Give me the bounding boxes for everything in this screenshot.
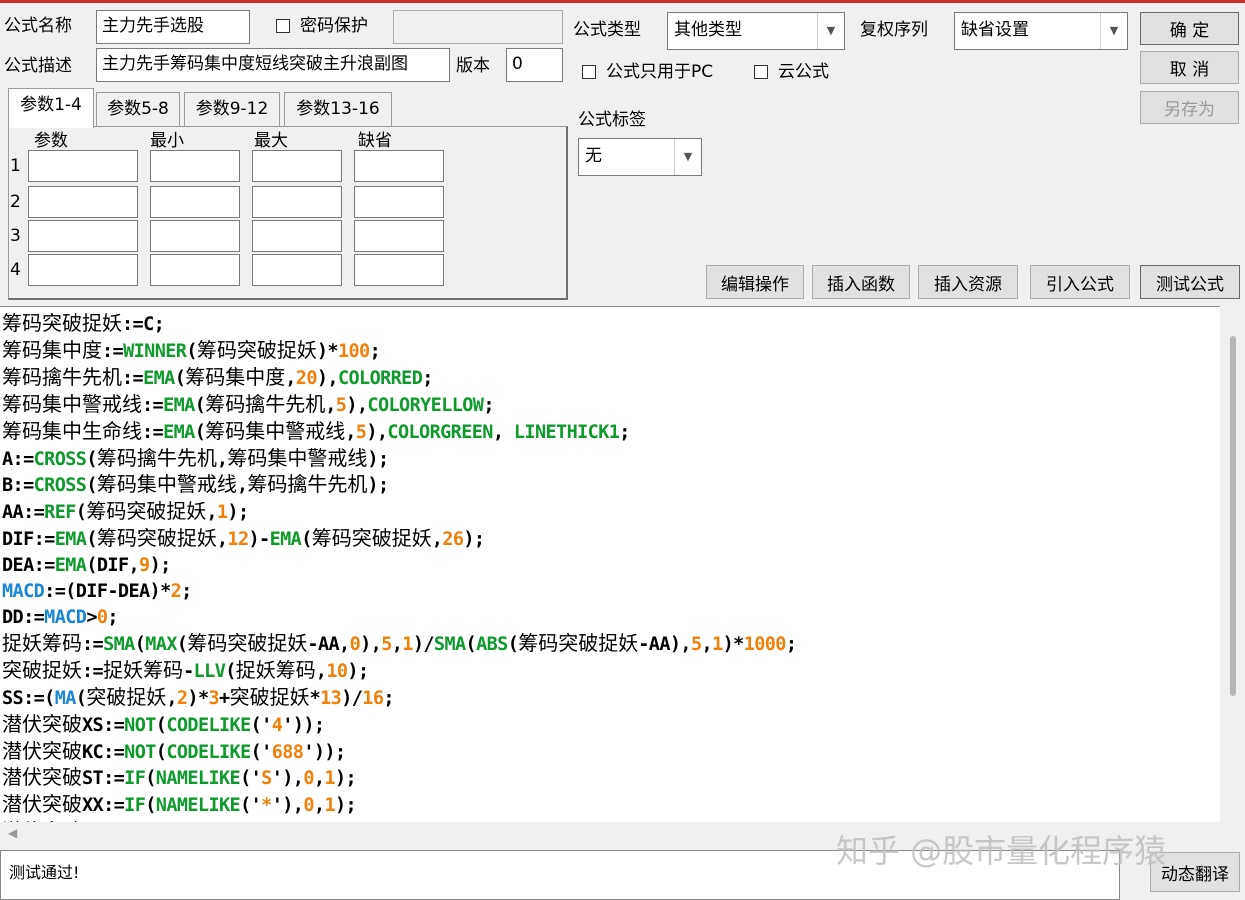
param-max-input[interactable] — [252, 150, 342, 182]
param-max-input[interactable] — [252, 220, 342, 252]
code-line[interactable]: SS:=(MA(突破捉妖,2)*3+突破捉妖*13)/16; — [2, 685, 796, 712]
tab-params-5-8[interactable]: 参数5-8 — [96, 92, 180, 126]
tab-params-13-16[interactable]: 参数13-16 — [284, 92, 392, 126]
code-line[interactable]: 筹码集中警戒线:=EMA(筹码擒牛先机,5),COLORYELLOW; — [2, 392, 796, 419]
param-col-header: 最小 — [150, 131, 184, 151]
formula-desc-label: 公式描述 — [4, 56, 72, 76]
formula-type-select[interactable]: 其他类型 ▼ — [667, 12, 845, 50]
param-name-input[interactable] — [28, 150, 138, 182]
pc-only-checkbox[interactable] — [582, 65, 596, 79]
scroll-left-icon[interactable]: ◀ — [8, 826, 17, 840]
cloud-formula-checkbox[interactable] — [754, 65, 768, 79]
code-line[interactable]: 突破捉妖:=捉妖筹码-LLV(捉妖筹码,10); — [2, 658, 796, 685]
formula-tag-select[interactable]: 无 ▼ — [578, 138, 702, 176]
code-line[interactable]: A:=CROSS(筹码擒牛先机,筹码集中警戒线); — [2, 446, 796, 473]
ok-button[interactable]: 确 定 — [1140, 12, 1239, 45]
tab-params-9-12[interactable]: 参数9-12 — [184, 92, 280, 126]
rights-series-label: 复权序列 — [860, 20, 928, 40]
cancel-button[interactable]: 取 消 — [1140, 51, 1239, 84]
code-line[interactable]: 潜伏突破XS:=NOT(CODELIKE('4')); — [2, 712, 796, 739]
chevron-down-icon: ▼ — [1100, 13, 1127, 49]
param-default-input[interactable] — [354, 254, 444, 286]
param-min-input[interactable] — [150, 150, 240, 182]
param-min-input[interactable] — [150, 186, 240, 218]
chevron-down-icon: ▼ — [674, 139, 701, 175]
insert-function-button[interactable]: 插入函数 — [812, 265, 910, 299]
cloud-formula-label: 云公式 — [778, 62, 829, 82]
param-col-header: 缺省 — [358, 131, 392, 151]
chevron-down-icon: ▼ — [817, 13, 844, 49]
password-protect-checkbox[interactable] — [276, 19, 290, 33]
param-max-input[interactable] — [252, 186, 342, 218]
code-line[interactable]: DIF:=EMA(筹码突破捉妖,12)-EMA(筹码突破捉妖,26); — [2, 526, 796, 553]
param-default-input[interactable] — [354, 150, 444, 182]
rights-series-select[interactable]: 缺省设置 ▼ — [954, 12, 1128, 50]
code-line[interactable]: DEA:=EMA(DIF,9); — [2, 553, 796, 579]
param-max-input[interactable] — [252, 254, 342, 286]
param-name-input[interactable] — [28, 186, 138, 218]
code-line[interactable]: 筹码集中生命线:=EMA(筹码集中警戒线,5),COLORGREEN, LINE… — [2, 419, 796, 446]
formula-type-value: 其他类型 — [674, 20, 742, 40]
code-line[interactable]: 捉妖筹码:=SMA(MAX(筹码突破捉妖-AA,0),5,1)/SMA(ABS(… — [2, 631, 797, 658]
rights-series-value: 缺省设置 — [961, 20, 1029, 40]
formula-tag-value: 无 — [585, 146, 602, 166]
tab-params-1-4[interactable]: 参数1-4 — [8, 88, 94, 128]
window-top-accent — [0, 0, 1245, 3]
insert-resource-button[interactable]: 插入资源 — [918, 265, 1018, 299]
formula-tag-label: 公式标签 — [578, 110, 646, 130]
password-input[interactable] — [393, 10, 563, 44]
param-row-number: 1 — [10, 156, 21, 176]
pc-only-label: 公式只用于PC — [606, 62, 714, 82]
param-min-input[interactable] — [150, 220, 240, 252]
code-line[interactable]: 筹码擒牛先机:=EMA(筹码集中度,20),COLORRED; — [2, 365, 796, 392]
version-input[interactable]: 0 — [506, 48, 563, 82]
param-name-input[interactable] — [28, 220, 138, 252]
code-content[interactable]: 筹码突破捉妖:=C; 筹码集中度:=WINNER(筹码突破捉妖)*100; 筹码擒牛… — [2, 311, 797, 823]
code-line[interactable]: AA:=REF(筹码突破捉妖,1); — [2, 499, 796, 526]
code-line[interactable]: 潜伏突破KC:=NOT(CODELIKE('688')); — [2, 739, 796, 766]
formula-name-label: 公式名称 — [4, 16, 72, 36]
param-default-input[interactable] — [354, 186, 444, 218]
param-row-number: 3 — [10, 226, 21, 246]
password-protect-label: 密码保护 — [300, 16, 368, 36]
code-line[interactable]: B:=CROSS(筹码集中警戒线,筹码擒牛先机); — [2, 472, 796, 499]
code-line[interactable]: DD:=MACD>0; — [2, 605, 796, 631]
formula-name-input[interactable]: 主力先手选股 — [96, 10, 250, 44]
edit-ops-button[interactable]: 编辑操作 — [706, 265, 804, 299]
code-line[interactable]: 筹码集中度:=WINNER(筹码突破捉妖)*100; — [2, 338, 796, 365]
vertical-scroll-thumb[interactable] — [1230, 336, 1236, 696]
code-line[interactable]: 潜伏突破ST:=IF(NAMELIKE('S'),0,1); — [2, 765, 796, 792]
param-min-input[interactable] — [150, 254, 240, 286]
param-row-number: 2 — [10, 192, 21, 212]
test-formula-button[interactable]: 测试公式 — [1140, 265, 1240, 299]
param-col-header: 最大 — [254, 131, 288, 151]
code-line[interactable]: 潜伏突破XX:=IF(NAMELIKE('*'),0,1); — [2, 792, 796, 819]
formula-type-label: 公式类型 — [573, 20, 641, 40]
param-col-header: 参数 — [34, 131, 68, 151]
param-name-input[interactable] — [28, 254, 138, 286]
code-line[interactable]: 筹码突破捉妖:=C; — [2, 311, 796, 338]
param-row-number: 4 — [10, 260, 21, 280]
code-line[interactable]: MACD:=(DIF-DEA)*2; — [2, 579, 796, 605]
watermark: 知乎 @股市量化程序猿 — [836, 832, 1167, 870]
formula-desc-input[interactable]: 主力先手筹码集中度短线突破主升浪副图 — [96, 48, 450, 82]
import-formula-button[interactable]: 引入公式 — [1030, 265, 1130, 299]
save-as-button[interactable]: 另存为 — [1140, 91, 1239, 124]
code-editor[interactable]: 筹码突破捉妖:=C; 筹码集中度:=WINNER(筹码突破捉妖)*100; 筹码擒牛… — [0, 306, 1220, 823]
param-default-input[interactable] — [354, 220, 444, 252]
version-label: 版本 — [456, 56, 490, 76]
